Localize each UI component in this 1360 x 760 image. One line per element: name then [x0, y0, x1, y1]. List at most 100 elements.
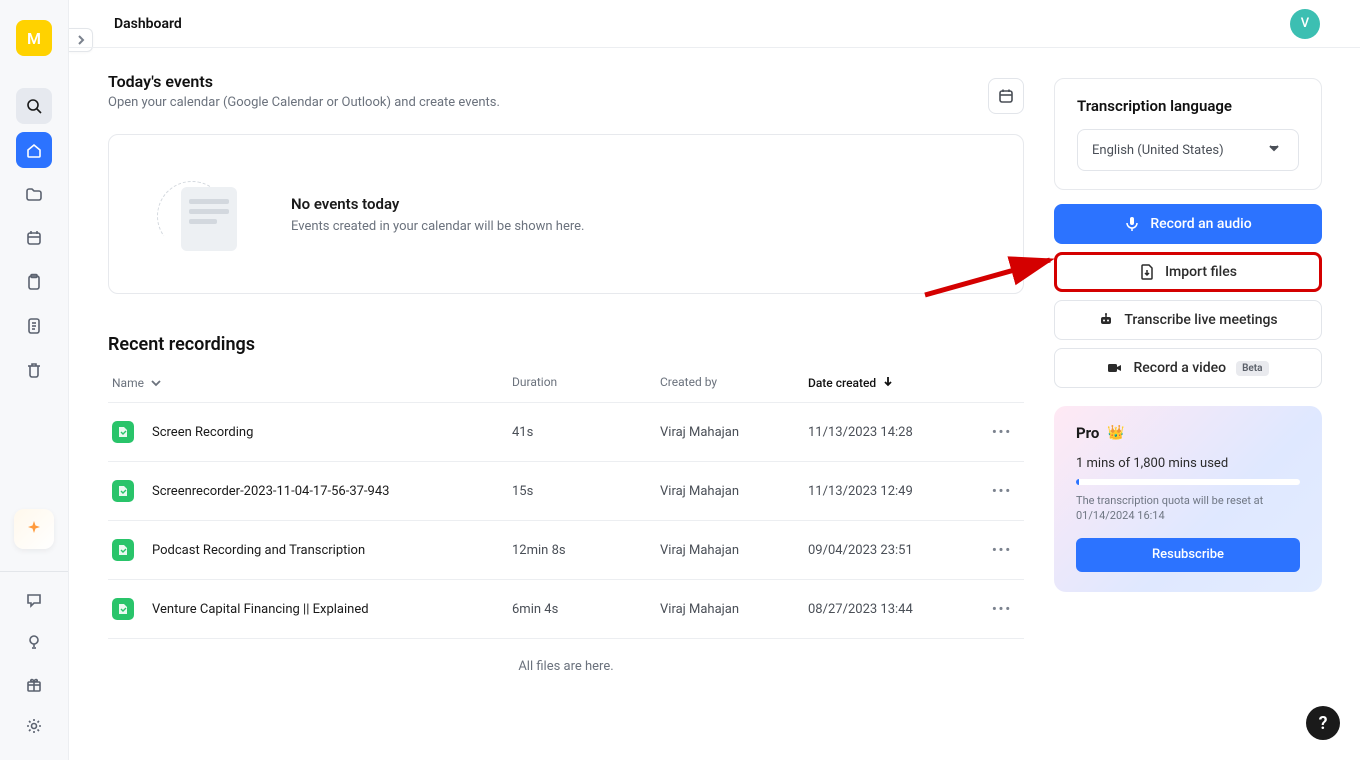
- empty-illustration: [151, 169, 261, 259]
- main-content: Today's events Open your calendar (Googl…: [108, 72, 1024, 674]
- feedback-button[interactable]: [16, 582, 52, 618]
- header-bar: Dashboard V: [69, 0, 1360, 48]
- notes-button[interactable]: [16, 308, 52, 344]
- file-import-icon: [1139, 264, 1155, 280]
- table-row[interactable]: Screen Recording 41s Viraj Mahajan 11/13…: [108, 402, 1024, 461]
- record-audio-button[interactable]: Record an audio: [1054, 204, 1322, 244]
- chat-icon: [25, 591, 43, 609]
- record-audio-label: Record an audio: [1150, 216, 1251, 232]
- transcribe-live-button[interactable]: Transcribe live meetings: [1054, 300, 1322, 340]
- duration-cell: 6min 4s: [512, 602, 660, 617]
- row-actions-button[interactable]: •••: [992, 484, 1020, 499]
- date-cell: 09/04/2023 23:51: [808, 543, 978, 558]
- language-value: English (United States): [1092, 143, 1224, 158]
- search-icon: [25, 97, 43, 115]
- duration-cell: 12min 8s: [512, 543, 660, 558]
- creator-cell: Viraj Mahajan: [660, 543, 808, 558]
- workspace-logo[interactable]: M: [16, 20, 52, 56]
- trash-button[interactable]: [16, 352, 52, 388]
- col-creator-header[interactable]: Created by: [660, 375, 808, 390]
- table-row[interactable]: Venture Capital Financing || Explained 6…: [108, 579, 1024, 639]
- crown-icon: 👑: [1107, 425, 1124, 441]
- arrow-down-icon: [882, 375, 894, 390]
- usage-bar: [1076, 479, 1300, 485]
- recordings-table: Name Duration Created by Date created Sc…: [108, 375, 1024, 639]
- date-cell: 11/13/2023 12:49: [808, 484, 978, 499]
- chevron-down-icon: [150, 377, 162, 389]
- lightbulb-icon: [25, 633, 43, 651]
- video-icon: [1107, 360, 1123, 376]
- file-icon: [112, 480, 134, 502]
- calendar-nav-button[interactable]: [16, 220, 52, 256]
- empty-title: No events today: [291, 195, 584, 213]
- col-name-header[interactable]: Name: [112, 375, 512, 390]
- avatar[interactable]: V: [1290, 9, 1320, 39]
- usage-text: 1 mins of 1,800 mins used: [1076, 456, 1300, 471]
- language-title: Transcription language: [1077, 97, 1299, 115]
- empty-subtitle: Events created in your calendar will be …: [291, 219, 584, 234]
- usage-bar-fill: [1076, 479, 1079, 485]
- table-header: Name Duration Created by Date created: [108, 375, 1024, 402]
- events-empty-card: No events today Events created in your c…: [108, 134, 1024, 294]
- search-button[interactable]: [16, 88, 52, 124]
- rail-bottom-group: [0, 571, 68, 760]
- creator-cell: Viraj Mahajan: [660, 602, 808, 617]
- resubscribe-button[interactable]: Resubscribe: [1076, 538, 1300, 572]
- gifts-button[interactable]: [16, 666, 52, 702]
- open-calendar-button[interactable]: [988, 78, 1024, 114]
- file-icon: [112, 539, 134, 561]
- clipboard-button[interactable]: [16, 264, 52, 300]
- home-button[interactable]: [16, 132, 52, 168]
- file-icon: [112, 421, 134, 443]
- language-select[interactable]: English (United States): [1077, 129, 1299, 171]
- table-row[interactable]: Screenrecorder-2023-11-04-17-56-37-943 1…: [108, 461, 1024, 520]
- microphone-icon: [1124, 216, 1140, 232]
- row-actions-button[interactable]: •••: [992, 602, 1020, 617]
- help-button[interactable]: ?: [1306, 706, 1340, 740]
- date-cell: 11/13/2023 14:28: [808, 425, 978, 440]
- calendar-icon: [998, 88, 1014, 104]
- left-nav-rail: M: [0, 0, 69, 760]
- file-name: Podcast Recording and Transcription: [152, 543, 365, 558]
- import-files-label: Import files: [1165, 264, 1237, 280]
- events-title: Today's events: [108, 72, 1024, 91]
- col-date-label: Date created: [808, 376, 876, 390]
- row-actions-button[interactable]: •••: [992, 425, 1020, 440]
- plan-name: Pro: [1076, 424, 1099, 442]
- beta-badge: Beta: [1236, 361, 1268, 376]
- file-name: Screenrecorder-2023-11-04-17-56-37-943: [152, 484, 389, 499]
- ai-assistant-button[interactable]: [14, 509, 54, 549]
- duration-cell: 41s: [512, 425, 660, 440]
- calendar-icon: [25, 229, 43, 247]
- recordings-title: Recent recordings: [108, 334, 1024, 355]
- files-button[interactable]: [16, 176, 52, 212]
- settings-button[interactable]: [16, 708, 52, 744]
- date-cell: 08/27/2023 13:44: [808, 602, 978, 617]
- row-actions-button[interactable]: •••: [992, 543, 1020, 558]
- folder-icon: [25, 185, 43, 203]
- record-video-button[interactable]: Record a video Beta: [1054, 348, 1322, 388]
- page-title: Dashboard: [114, 16, 182, 32]
- creator-cell: Viraj Mahajan: [660, 425, 808, 440]
- chevron-down-icon: [1268, 142, 1284, 158]
- table-row[interactable]: Podcast Recording and Transcription 12mi…: [108, 520, 1024, 579]
- col-duration-header[interactable]: Duration: [512, 375, 660, 390]
- file-icon: [112, 598, 134, 620]
- duration-cell: 15s: [512, 484, 660, 499]
- all-files-footer: All files are here.: [108, 659, 1024, 674]
- col-name-label: Name: [112, 376, 144, 390]
- tips-button[interactable]: [16, 624, 52, 660]
- file-name: Screen Recording: [152, 425, 253, 440]
- record-video-label: Record a video: [1133, 360, 1226, 376]
- document-icon: [25, 317, 43, 335]
- bot-icon: [1098, 312, 1114, 328]
- transcribe-live-label: Transcribe live meetings: [1124, 312, 1277, 328]
- plan-name-row: Pro 👑: [1076, 424, 1300, 442]
- events-subtitle: Open your calendar (Google Calendar or O…: [108, 95, 1024, 110]
- import-files-button[interactable]: Import files: [1054, 252, 1322, 292]
- language-panel: Transcription language English (United S…: [1054, 78, 1322, 190]
- home-icon: [25, 141, 43, 159]
- right-panel: Transcription language English (United S…: [1054, 78, 1322, 592]
- trash-icon: [25, 361, 43, 379]
- col-date-header[interactable]: Date created: [808, 375, 978, 390]
